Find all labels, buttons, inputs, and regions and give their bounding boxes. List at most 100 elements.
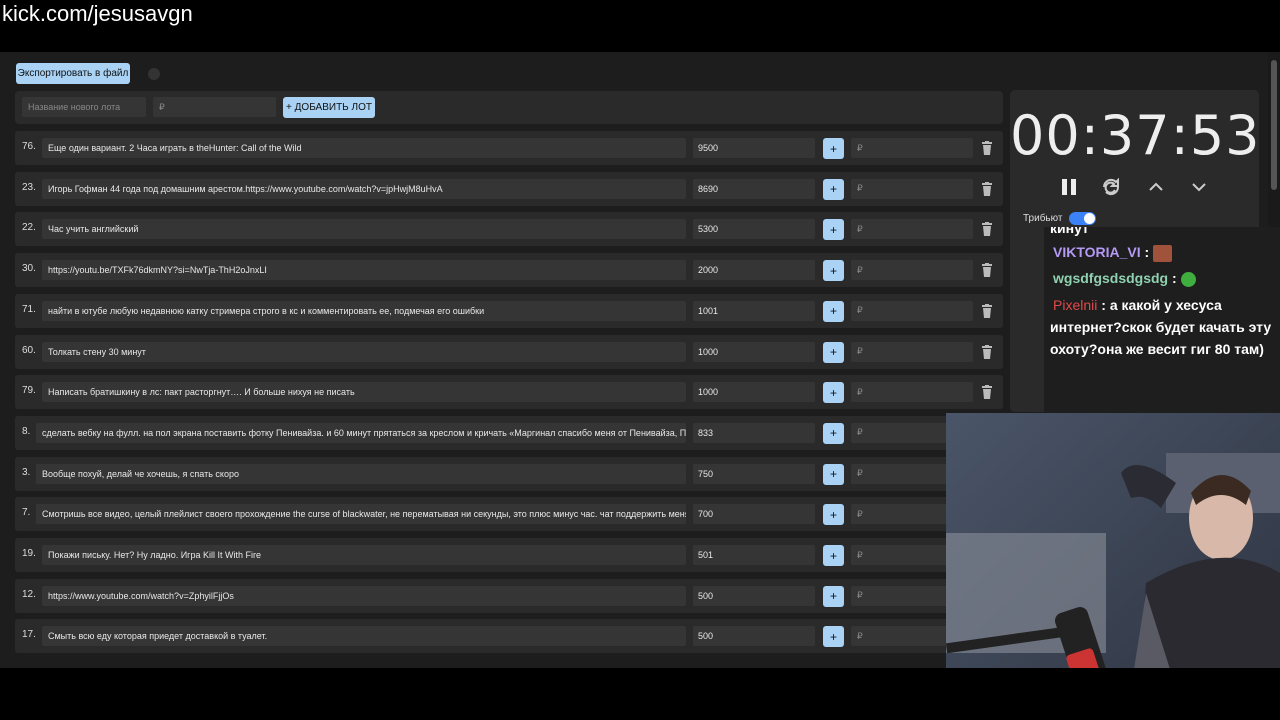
- lot-add-amount-input[interactable]: ₽: [851, 178, 973, 199]
- lot-name-input[interactable]: Толкать стену 30 минут: [42, 341, 686, 362]
- lot-amount-input[interactable]: 1000: [693, 382, 815, 403]
- reset-button[interactable]: [1100, 176, 1122, 198]
- lot-number: 19.: [22, 548, 36, 559]
- lot-plus-button[interactable]: +: [823, 626, 844, 648]
- lot-delete-button[interactable]: [981, 181, 993, 196]
- lot-name-input[interactable]: сделать вебку на фулл. на пол экрана пос…: [36, 422, 686, 443]
- lot-add-amount-input[interactable]: ₽: [851, 219, 973, 240]
- lot-amount-input[interactable]: 750: [693, 463, 815, 484]
- add-lot-button[interactable]: + ДОБАВИТЬ ЛОТ: [283, 97, 375, 118]
- lot-name-input[interactable]: Смыть всю еду которая приедет доставкой …: [42, 626, 686, 647]
- chevron-down-icon: [1192, 183, 1206, 192]
- lot-plus-button[interactable]: +: [823, 585, 844, 607]
- lot-name-input[interactable]: Игорь Гофман 44 года под домашним аресто…: [42, 178, 686, 199]
- lot-plus-button[interactable]: +: [823, 545, 844, 566]
- lot-name-input[interactable]: https://youtu.be/TXFk76dkmNY?si=NwTja-Th…: [42, 260, 686, 281]
- lot-plus-button[interactable]: +: [823, 300, 844, 322]
- chat-partial-line: кинут: [1050, 227, 1089, 236]
- lot-name-input[interactable]: Еще один вариант. 2 Часа играть в theHun…: [42, 138, 686, 158]
- lot-delete-button[interactable]: [981, 344, 993, 359]
- lot-plus-button[interactable]: +: [823, 260, 844, 282]
- lot-delete-button[interactable]: [981, 385, 993, 400]
- lot-plus-button[interactable]: +: [823, 463, 844, 485]
- new-lot-amount-input[interactable]: ₽: [153, 97, 276, 117]
- lot-name-input[interactable]: Вообще похуй, делай че хочешь, я спать с…: [36, 463, 686, 484]
- lot-row: 8. сделать вебку на фулл. на пол экрана п…: [15, 415, 1003, 450]
- lot-number: 30.: [22, 263, 36, 275]
- trash-icon: [982, 344, 992, 359]
- lot-plus-button[interactable]: +: [823, 219, 844, 241]
- trash-icon: [982, 181, 992, 196]
- lot-name-input[interactable]: Покажи письку. Нет? Ну ладно. Игра Kill …: [42, 545, 686, 565]
- lot-row: 30. https://youtu.be/TXFk76dkmNY?si=NwTja…: [15, 253, 1003, 288]
- lot-add-amount-input[interactable]: ₽: [851, 382, 973, 403]
- lot-plus-button[interactable]: +: [823, 504, 844, 526]
- lot-amount-input[interactable]: 9500: [693, 138, 815, 158]
- lot-delete-button[interactable]: [981, 303, 993, 318]
- lot-row: 60. Толкать стену 30 минут 1000 + ₽: [15, 334, 1003, 369]
- lot-row: 79. Написать братишкину в лс: пакт растор…: [15, 375, 1003, 410]
- lot-amount-input[interactable]: 1001: [693, 300, 815, 321]
- chat-text-continued: охоту?она же весит гиг 80 там): [1050, 341, 1264, 357]
- chat-overlay: кинут VIKTORIA_VI : wgsdfgsdsdgsdg : Pix…: [1044, 227, 1280, 413]
- lot-plus-button[interactable]: +: [823, 341, 844, 363]
- lot-delete-button[interactable]: [981, 222, 993, 237]
- lot-amount-input[interactable]: 700: [693, 504, 815, 525]
- lot-amount-input[interactable]: 501: [693, 545, 815, 565]
- lot-name-input[interactable]: Смотришь все видео, целый плейлист своег…: [36, 504, 686, 525]
- lot-add-amount-input[interactable]: ₽: [851, 260, 973, 281]
- chevron-up-icon: [1149, 182, 1163, 191]
- lot-number: 79.: [22, 385, 36, 397]
- lot-amount-input[interactable]: 1000: [693, 341, 815, 362]
- lot-add-amount-input[interactable]: ₽: [851, 300, 973, 321]
- lot-name-input[interactable]: https://www.youtube.com/watch?v=ZphyilFj…: [42, 585, 686, 606]
- toggle-knob: [1084, 213, 1095, 224]
- lot-row: 7. Смотришь все видео, целый плейлист сво…: [15, 497, 1003, 532]
- status-dot: [148, 68, 160, 80]
- time-up-button[interactable]: [1145, 176, 1167, 198]
- lot-add-amount-input[interactable]: ₽: [851, 138, 973, 158]
- lot-amount-input[interactable]: 2000: [693, 260, 815, 281]
- tribute-label: Трибьют: [1023, 213, 1063, 224]
- lot-row: 22. Час учить английский 5300 + ₽: [15, 212, 1003, 247]
- time-down-button[interactable]: [1188, 176, 1210, 198]
- lot-number: 8.: [22, 425, 31, 437]
- chat-text-continued: интернет?скок будет качать эту: [1050, 319, 1272, 335]
- lot-add-amount-input[interactable]: ₽: [851, 341, 973, 362]
- chat-message: VIKTORIA_VI :: [1053, 244, 1173, 262]
- chat-message: wgsdfgsdsdgsdg :: [1053, 270, 1196, 287]
- lot-name-input[interactable]: найти в ютубе любую недавнюю катку стрим…: [42, 300, 686, 321]
- chat-separator: :: [1168, 270, 1177, 286]
- lot-plus-button[interactable]: +: [823, 138, 844, 159]
- export-button[interactable]: Экспортировать в файл: [16, 63, 130, 84]
- lot-number: 22.: [22, 222, 36, 234]
- lot-plus-button[interactable]: +: [823, 422, 844, 444]
- lot-name-input[interactable]: Час учить английский: [42, 219, 686, 240]
- page-url: kick.com/jesusavgn: [2, 1, 193, 26]
- chat-username: Pixelnii: [1053, 297, 1098, 313]
- trash-icon: [982, 141, 992, 155]
- reset-icon: [1102, 177, 1120, 196]
- lot-number: 23.: [22, 181, 36, 193]
- lot-row: 76. Еще один вариант. 2 Часа играть в the…: [15, 131, 1003, 165]
- lot-number: 17.: [22, 629, 36, 641]
- lot-delete-button[interactable]: [981, 263, 993, 278]
- scrollbar-thumb[interactable]: [1271, 60, 1277, 190]
- lot-plus-button[interactable]: +: [823, 178, 844, 200]
- lot-row: 71. найти в ютубе любую недавнюю катку ст…: [15, 293, 1003, 328]
- chat-separator: :: [1097, 297, 1110, 313]
- lot-delete-button[interactable]: [981, 141, 993, 155]
- pause-button[interactable]: [1058, 176, 1080, 198]
- lot-amount-input[interactable]: 8690: [693, 178, 815, 199]
- lot-amount-input[interactable]: 500: [693, 626, 815, 647]
- lot-name-input[interactable]: Написать братишкину в лс: пакт расторгну…: [42, 382, 686, 403]
- lot-plus-button[interactable]: +: [823, 382, 844, 404]
- lot-amount-input[interactable]: 5300: [693, 219, 815, 240]
- new-lot-name-input[interactable]: Название нового лота: [22, 97, 146, 117]
- lot-amount-input[interactable]: 833: [693, 422, 815, 443]
- lot-row: 23. Игорь Гофман 44 года под домашним аре…: [15, 171, 1003, 206]
- lot-number: 12.: [22, 588, 36, 600]
- lot-list: 76. Еще один вариант. 2 Часа играть в the…: [15, 131, 1003, 661]
- pause-icon: [1062, 179, 1076, 195]
- lot-amount-input[interactable]: 500: [693, 585, 815, 606]
